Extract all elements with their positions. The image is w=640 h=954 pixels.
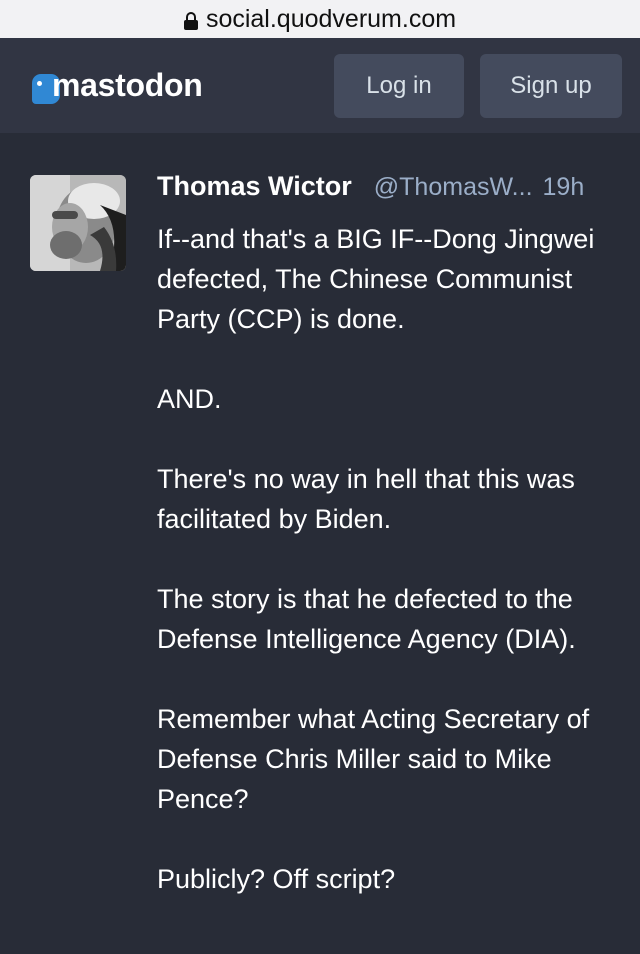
browser-address-bar[interactable]: social.quodverum.com xyxy=(0,0,640,38)
mastodon-logo[interactable]: mastodon xyxy=(32,67,203,104)
lock-icon xyxy=(183,12,198,30)
post-paragraph: Publicly? Off script? xyxy=(157,864,396,894)
logo-text: mastodon xyxy=(52,67,203,103)
url-text: social.quodverum.com xyxy=(205,4,457,33)
post-paragraph: AND. xyxy=(157,384,222,414)
account-handle[interactable]: @ThomasW... xyxy=(374,173,533,202)
signup-button[interactable]: Sign up xyxy=(480,54,622,118)
post-timestamp[interactable]: 19h xyxy=(543,173,585,202)
post-paragraph: There's no way in hell that this was fac… xyxy=(157,464,575,534)
login-button[interactable]: Log in xyxy=(334,54,464,118)
status-post: Thomas Wictor @ThomasW... 19h If--and th… xyxy=(0,133,640,894)
display-name[interactable]: Thomas Wictor xyxy=(157,171,352,202)
post-paragraph: Remember what Acting Secretary of Defens… xyxy=(157,704,590,814)
post-paragraph: If--and that's a BIG IF--Dong Jingwei de… xyxy=(157,224,595,334)
avatar[interactable] xyxy=(30,175,126,271)
site-header: mastodon Log in Sign up xyxy=(0,38,640,133)
post-header: Thomas Wictor @ThomasW... 19h xyxy=(157,171,610,202)
post-content: If--and that's a BIG IF--Dong Jingwei de… xyxy=(157,219,612,939)
post-paragraph: The story is that he defected to the Def… xyxy=(157,584,576,654)
